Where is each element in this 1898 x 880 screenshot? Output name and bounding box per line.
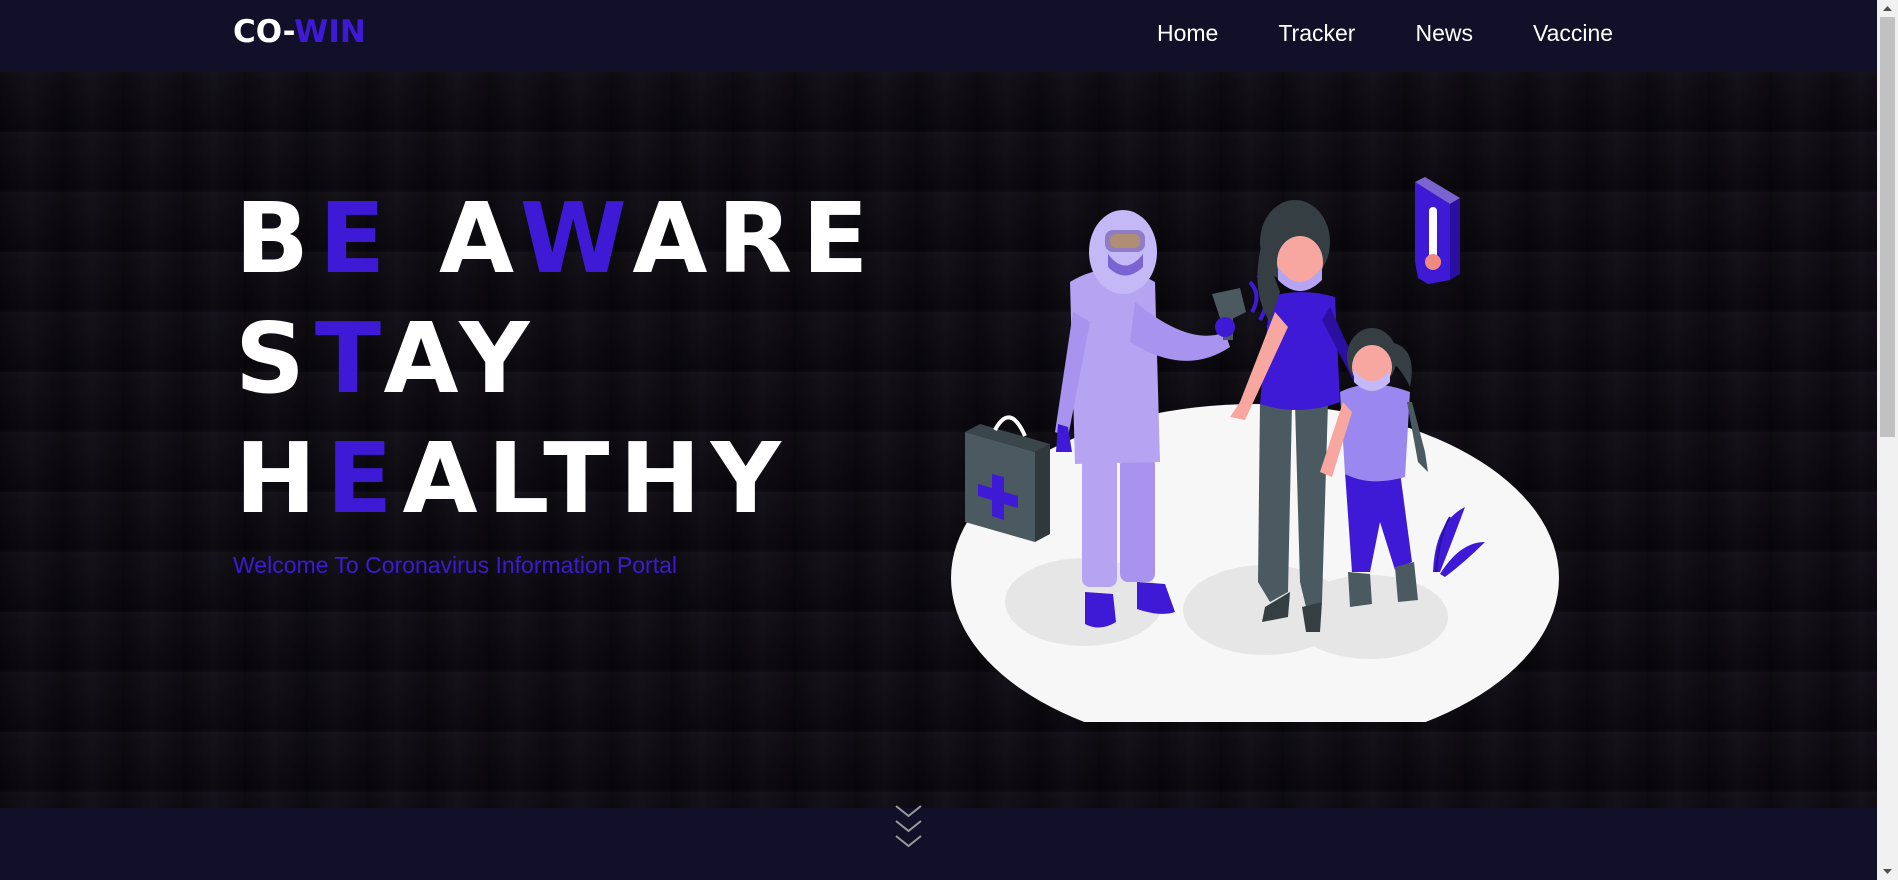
- thermometer-badge: [1415, 177, 1460, 284]
- headline-text: S: [235, 302, 315, 415]
- nav-link-news[interactable]: News: [1415, 20, 1473, 47]
- scroll-up-arrow-icon[interactable]: [1882, 3, 1893, 14]
- headline-highlight: E: [318, 182, 396, 295]
- headline-line-be-aware: BE AWARE: [235, 190, 878, 287]
- logo[interactable]: CO-WIN: [233, 14, 366, 50]
- chevron-down-triple-icon[interactable]: [893, 802, 924, 850]
- headline-highlight: E: [326, 422, 403, 535]
- nav-link-vaccine[interactable]: Vaccine: [1533, 20, 1613, 47]
- health-worker-illustration: [951, 177, 1559, 722]
- hero-section: BE AWARE STAY HEALTHY Welcome To Coronav…: [0, 72, 1877, 864]
- navbar: CO-WIN Home Tracker News Vaccine: [0, 0, 1877, 72]
- headline-text: H: [235, 422, 327, 535]
- headline-text: ALTHY: [402, 422, 791, 535]
- headline-highlight: W: [519, 182, 633, 295]
- headline-highlight: T: [314, 302, 384, 415]
- headline-line-healthy: HEALTHY: [235, 430, 791, 527]
- next-section-band: [0, 808, 1877, 880]
- scrollbar-thumb[interactable]: [1880, 17, 1895, 437]
- hero-subtitle: Welcome To Coronavirus Information Porta…: [233, 552, 678, 578]
- nav-link-tracker[interactable]: Tracker: [1278, 20, 1355, 47]
- scroll-down-arrow-icon[interactable]: [1882, 866, 1893, 877]
- headline-text: ARE: [632, 182, 879, 295]
- nav-links: Home Tracker News Vaccine: [1157, 20, 1673, 47]
- nav-link-home[interactable]: Home: [1157, 20, 1218, 47]
- logo-main: CO-: [233, 14, 295, 50]
- headline-text: A: [395, 182, 520, 295]
- headline-line-stay: STAY: [235, 310, 540, 407]
- headline-text: AY: [383, 302, 540, 415]
- logo-accent: WIN: [294, 14, 366, 50]
- headline-text: B: [235, 182, 319, 295]
